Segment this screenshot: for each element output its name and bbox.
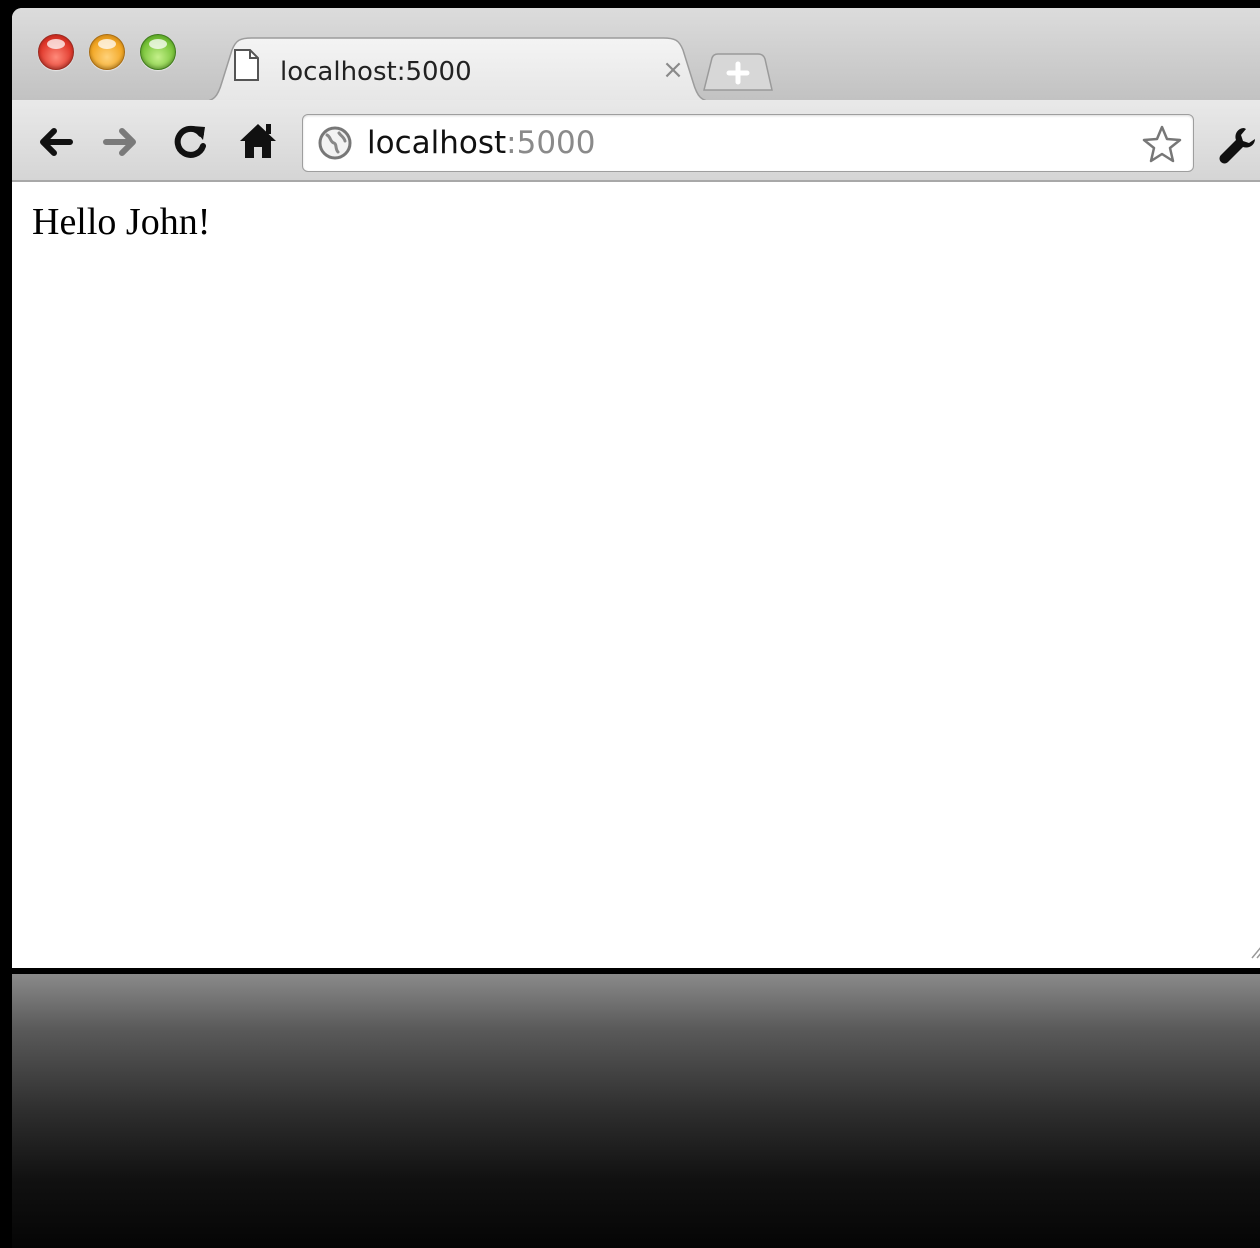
- address-bar[interactable]: localhost:5000: [302, 114, 1194, 172]
- url-port: :5000: [506, 125, 596, 161]
- page-content: Hello John!: [12, 182, 1260, 968]
- tab-title: localhost:5000: [280, 57, 472, 87]
- browser-window: localhost:5000 × localhost:5000 Hello Jo…: [12, 8, 1260, 968]
- screen: localhost:5000 × localhost:5000 Hello Jo…: [0, 0, 1260, 1248]
- url-host: localhost: [367, 125, 507, 161]
- arrow-right-icon[interactable]: [98, 120, 142, 164]
- page-icon: [234, 49, 259, 81]
- url-text[interactable]: localhost:5000: [367, 123, 596, 163]
- navigation-toolbar: localhost:5000: [12, 100, 1260, 182]
- globe-icon: [318, 126, 352, 160]
- wrench-icon[interactable]: [1216, 124, 1260, 168]
- reload-icon[interactable]: [168, 120, 212, 164]
- star-icon[interactable]: [1141, 123, 1183, 165]
- window-reflection: [12, 974, 1260, 1248]
- zoom-button[interactable]: [140, 34, 176, 70]
- greeting-text: Hello John!: [32, 201, 211, 243]
- new-tab-button[interactable]: [702, 52, 774, 92]
- close-button[interactable]: [38, 34, 74, 70]
- arrow-left-icon[interactable]: [34, 120, 78, 164]
- tab-close-icon[interactable]: ×: [660, 57, 686, 83]
- home-icon[interactable]: [236, 118, 280, 162]
- title-bar: localhost:5000 ×: [12, 8, 1260, 102]
- minimize-button[interactable]: [89, 34, 125, 70]
- resize-grip-icon[interactable]: [1250, 938, 1260, 960]
